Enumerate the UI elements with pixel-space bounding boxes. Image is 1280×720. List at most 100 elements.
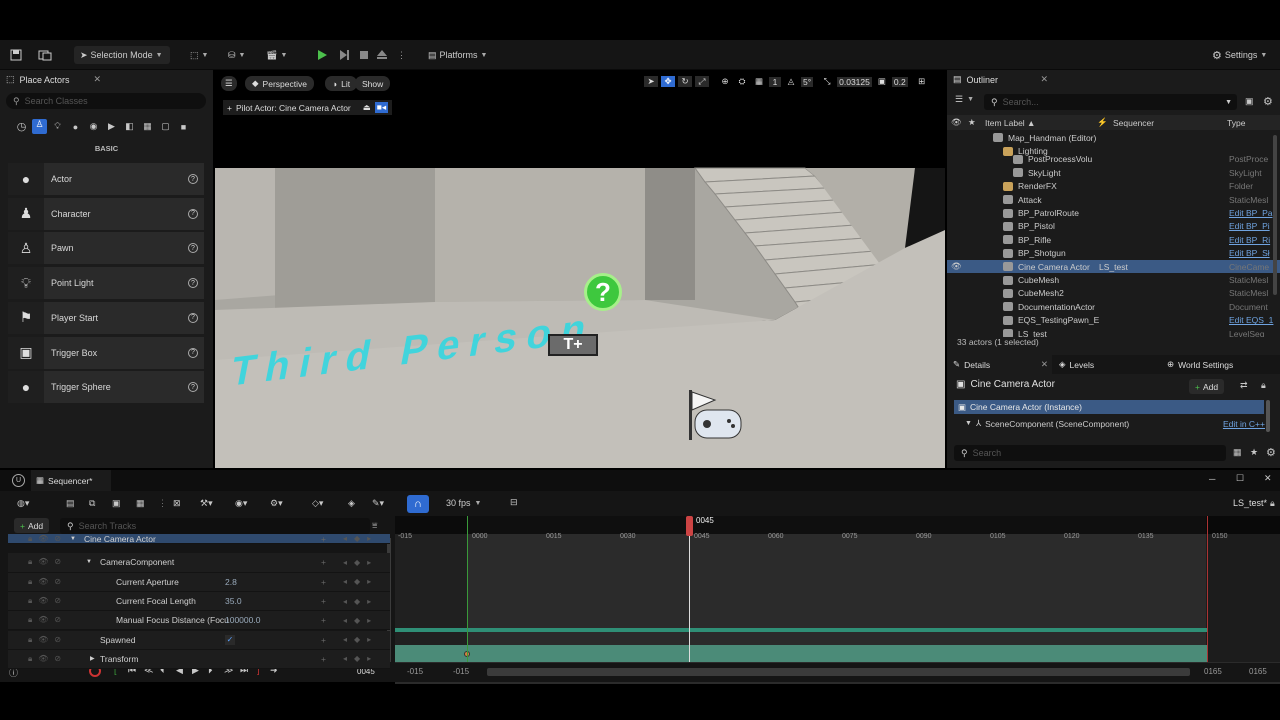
maximize-icon[interactable]: ☐ [1236, 473, 1244, 484]
key-nav-icon[interactable]: ◂◆▸ [343, 558, 378, 567]
outliner-scrollbar[interactable] [1273, 135, 1277, 295]
add-key-icon[interactable]: + [321, 534, 326, 544]
details-add-button[interactable]: + Add [1189, 379, 1225, 394]
tab-levels[interactable]: ◈ Levels [1059, 359, 1094, 370]
minimize-icon[interactable]: ─ [1209, 474, 1215, 484]
stop-button[interactable] [358, 46, 370, 64]
recent-icon[interactable]: ◷ [14, 120, 29, 133]
outliner-row[interactable]: 👁︎ Cine Camera Actor LS_test CineCame [947, 260, 1280, 274]
playhead-handle[interactable] [686, 516, 693, 536]
world-icon[interactable]: ⊕ [718, 76, 732, 87]
start-marker[interactable] [467, 516, 468, 662]
text-render-actor-icon[interactable]: T+ [548, 334, 598, 356]
col-sequencer[interactable]: Sequencer [1113, 118, 1154, 128]
blueprint-button[interactable]: ⛁ ▼ [228, 46, 245, 64]
add-key-icon[interactable]: + [321, 635, 326, 645]
track-value[interactable]: 2.8 [225, 577, 237, 587]
cinematics-button[interactable]: 🎬︎ ▼ [266, 46, 287, 64]
player-start-icon[interactable] [685, 388, 745, 444]
track-lock-icon[interactable]: 🔒︎👁︎⊘ [28, 654, 67, 664]
new-folder-icon[interactable]: ▣ [1245, 96, 1254, 107]
question-marker-icon[interactable]: ? [584, 273, 622, 311]
search-tracks-input[interactable]: ⚲ Search Tracks [60, 518, 370, 534]
add-track-button[interactable]: + Add [14, 518, 50, 533]
actor-item[interactable]: ● Actor? [8, 163, 204, 195]
outliner-row[interactable]: BP_PatrolRoute Edit BP_Pa [947, 206, 1280, 219]
more-options-icon[interactable]: ⋮ [397, 46, 406, 64]
add-key-icon[interactable]: + [321, 654, 326, 664]
view-options-icon[interactable]: ◉▾ [235, 498, 247, 509]
end-marker[interactable] [1207, 516, 1208, 662]
track-row[interactable]: 🔒︎👁︎⊘ Current Focal Length 35.0 + ◂◆▸ [8, 591, 390, 612]
outliner-filter-button[interactable]: ☰ ▼ [955, 94, 974, 105]
outliner-row[interactable]: BP_Pistol Edit BP_Pi [947, 220, 1280, 233]
transform-bar[interactable] [395, 645, 1207, 662]
cinematic-icon[interactable]: ◉ [86, 121, 101, 132]
grid-snap-icon[interactable]: ▦ [752, 76, 766, 87]
scale-snap-value[interactable]: 0.03125 [837, 76, 872, 87]
scale-snap-icon[interactable]: ⤡ [820, 76, 834, 87]
grid-view-icon[interactable]: ▦ [1233, 447, 1242, 458]
save-icon[interactable] [10, 46, 22, 64]
help-icon[interactable]: ? [188, 312, 198, 323]
actor-item[interactable]: ♟ Character? [8, 197, 204, 230]
favorite-icon[interactable]: ★ [1250, 447, 1258, 458]
track-value[interactable]: 100000.0 [225, 615, 260, 625]
actor-item[interactable]: 💡︎ Point Light? [8, 267, 204, 300]
add-key-icon[interactable]: + [321, 577, 326, 587]
col-type[interactable]: Type [1227, 118, 1245, 128]
shapes-icon[interactable]: ● [68, 122, 83, 132]
rotate-tool-icon[interactable]: ↻ [678, 76, 692, 87]
outliner-row[interactable]: SkyLight SkyLight [947, 166, 1280, 179]
outliner-tab[interactable]: ▤ Outliner ✕ [947, 70, 1280, 89]
eye-icon[interactable]: 👁︎ [951, 117, 962, 128]
close-icon[interactable]: ✕ [1040, 74, 1048, 85]
camera-lock-icon[interactable]: ■◂ [374, 102, 389, 113]
visual-effects-icon[interactable]: ▶ [104, 121, 119, 132]
curve-editor-icon[interactable]: ⊠ [173, 498, 181, 509]
actor-item[interactable]: ▣ Trigger Box? [8, 336, 204, 369]
lock-icon[interactable]: 🔒︎ [1261, 380, 1266, 391]
selection-mode-dropdown[interactable]: ➤ Selection Mode ▼ [74, 46, 170, 64]
track-lock-icon[interactable]: 🔒︎👁︎⊘ [28, 534, 67, 544]
timeline-icon[interactable]: ⊟ [510, 497, 518, 508]
add-actor-button[interactable]: ⬚ ▼ [190, 46, 208, 64]
place-actors-tab[interactable]: ⬚ Place Actors ✕ [0, 70, 213, 89]
step-button[interactable] [338, 46, 350, 64]
outliner-row[interactable]: CubeMesh2 StaticMesl [947, 287, 1280, 300]
close-window-icon[interactable]: ✕ [1264, 473, 1272, 484]
outliner-row[interactable]: RenderFX Folder [947, 180, 1280, 193]
actions-icon[interactable]: ⚒▾ [200, 498, 213, 509]
camera-speed-icon[interactable]: ▣ [875, 76, 889, 87]
rotation-snap-value[interactable]: 5° [801, 76, 814, 87]
col-item-label[interactable]: Item Label ▲ [985, 118, 1035, 128]
track-row[interactable]: 🔒︎👁︎⊘ Current Aperture 2.8 + ◂◆▸ [8, 572, 390, 592]
camera-speed-value[interactable]: 0.2 [891, 76, 908, 87]
view-end[interactable]: 0165 [1249, 667, 1267, 676]
instance-row[interactable]: ▣ Cine Camera Actor (Instance) [954, 400, 1264, 414]
scale-tool-icon[interactable]: ⤢ [695, 76, 709, 87]
outliner-row[interactable]: Map_Handman (Editor) [947, 131, 1280, 144]
eye-icon[interactable]: 👁︎ [951, 261, 962, 272]
tab-sequencer[interactable]: ▦ Sequencer* [31, 470, 111, 491]
gear-icon[interactable]: ⚙ [1266, 446, 1276, 459]
filter-icon[interactable]: ⩸ [372, 520, 377, 531]
grid-value[interactable]: 1 [769, 76, 781, 87]
lock-icon[interactable]: 🔒︎ [1270, 498, 1275, 509]
actor-item[interactable]: ● Trigger Sphere? [8, 371, 204, 404]
snap-magnet-icon[interactable]: ∩ [407, 495, 429, 513]
key-nav-icon[interactable]: ◂◆▸ [343, 635, 378, 644]
layout-icon[interactable]: ⊞ [915, 76, 929, 87]
add-key-icon[interactable]: + [321, 615, 326, 625]
more-icon[interactable]: ■ [176, 122, 191, 132]
more-options-icon[interactable]: ⋮ [158, 498, 167, 509]
outliner-row[interactable]: BP_Rifle Edit BP_Ri [947, 233, 1280, 246]
content-browser-icon[interactable] [38, 46, 52, 64]
help-icon[interactable]: ? [188, 243, 198, 254]
select-tool-icon[interactable]: ➤ [644, 76, 658, 87]
surface-snap-icon[interactable]: ⛭ [735, 76, 749, 87]
outliner-search-input[interactable]: ⚲ Search... ▼ [984, 94, 1237, 110]
translate-tool-icon[interactable]: ✥ [661, 76, 675, 87]
details-search-input[interactable]: ⚲ Search [954, 445, 1226, 461]
save-icon[interactable]: ▤ [66, 498, 75, 509]
